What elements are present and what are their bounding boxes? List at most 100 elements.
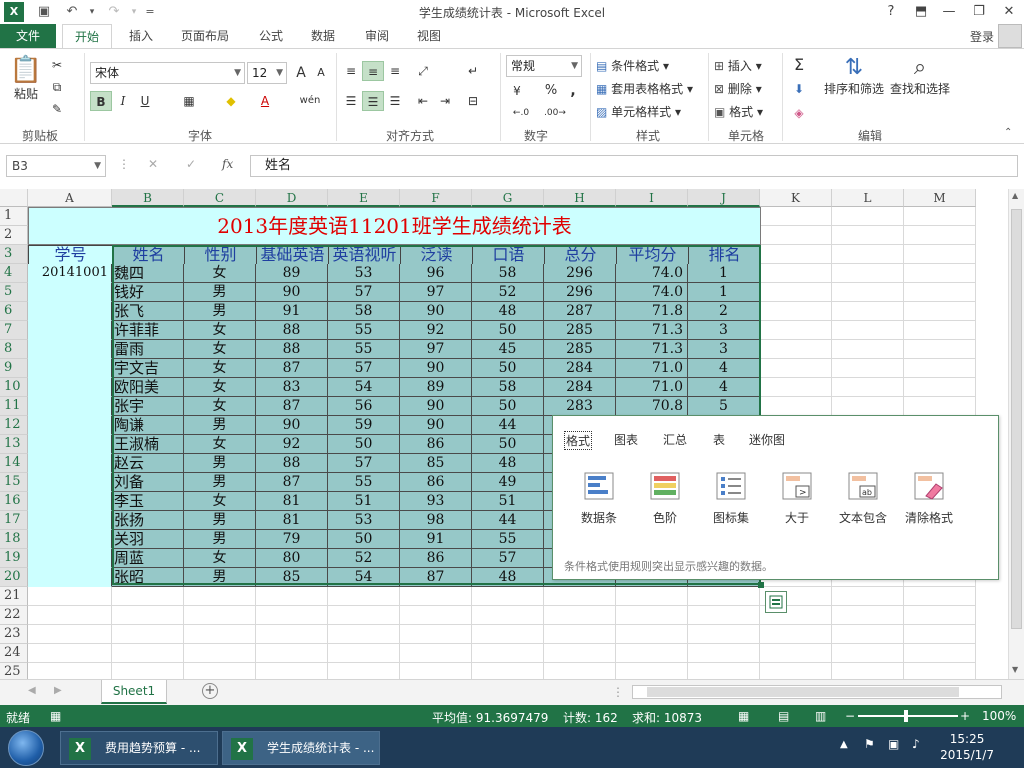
id-cell[interactable] — [28, 435, 112, 454]
score-cell[interactable]: 91 — [256, 302, 328, 321]
cell[interactable] — [544, 644, 616, 663]
row-header-23[interactable]: 23 — [0, 625, 28, 644]
zoom-out-icon[interactable]: − — [845, 709, 855, 723]
top-align-icon[interactable]: ≡ — [340, 61, 362, 81]
id-cell[interactable] — [28, 359, 112, 378]
tab-review[interactable]: 审阅 — [356, 24, 398, 48]
cell[interactable] — [832, 644, 904, 663]
score-cell[interactable]: 79 — [256, 530, 328, 549]
score-cell[interactable]: 男 — [184, 454, 256, 473]
score-cell[interactable]: 89 — [256, 264, 328, 283]
cell[interactable] — [400, 625, 472, 644]
score-cell[interactable]: 58 — [472, 264, 544, 283]
score-cell[interactable]: 57 — [472, 549, 544, 568]
cell[interactable] — [400, 606, 472, 625]
name-cell[interactable]: 宇文吉 — [112, 359, 184, 378]
cell[interactable] — [112, 606, 184, 625]
delete-cells-button[interactable]: ⊠ 删除 ▾ — [714, 80, 762, 97]
cell[interactable] — [760, 264, 832, 283]
header-cell[interactable]: 平均分 — [616, 245, 689, 265]
start-button[interactable] — [8, 730, 44, 766]
score-cell[interactable]: 49 — [472, 473, 544, 492]
row-header-7[interactable]: 7 — [0, 321, 28, 340]
row-header-2[interactable]: 2 — [0, 226, 28, 245]
cell[interactable] — [904, 606, 976, 625]
select-all-corner[interactable] — [0, 189, 28, 207]
score-cell[interactable]: 男 — [184, 473, 256, 492]
decrease-decimal-button[interactable]: .00→ — [540, 103, 570, 123]
row-header-5[interactable]: 5 — [0, 283, 28, 302]
score-cell[interactable]: 55 — [328, 340, 400, 359]
score-cell[interactable]: 284 — [544, 378, 616, 397]
help-button[interactable]: ? — [878, 2, 904, 22]
id-cell[interactable] — [28, 416, 112, 435]
zoom-slider[interactable] — [858, 715, 958, 717]
id-cell[interactable] — [28, 454, 112, 473]
sign-in-link[interactable]: 登录 — [970, 28, 994, 45]
row-header-22[interactable]: 22 — [0, 606, 28, 625]
score-cell[interactable]: 男 — [184, 283, 256, 302]
score-cell[interactable]: 80 — [256, 549, 328, 568]
cell[interactable] — [760, 397, 832, 416]
column-header-l[interactable]: L — [832, 189, 904, 207]
score-cell[interactable]: 92 — [400, 321, 472, 340]
normal-view-icon[interactable]: ▦ — [738, 709, 749, 723]
cell[interactable] — [760, 283, 832, 302]
score-cell[interactable]: 男 — [184, 511, 256, 530]
cell[interactable] — [832, 207, 904, 226]
row-header-8[interactable]: 8 — [0, 340, 28, 359]
cell[interactable] — [688, 606, 760, 625]
cell[interactable] — [256, 606, 328, 625]
cell[interactable] — [832, 302, 904, 321]
score-cell[interactable]: 87 — [256, 359, 328, 378]
score-cell[interactable]: 50 — [472, 321, 544, 340]
score-cell[interactable]: 87 — [400, 568, 472, 587]
score-cell[interactable]: 97 — [400, 340, 472, 359]
name-cell[interactable]: 许菲菲 — [112, 321, 184, 340]
score-cell[interactable]: 53 — [328, 511, 400, 530]
scroll-up-icon[interactable]: ▲ — [1012, 191, 1018, 200]
score-cell[interactable]: 女 — [184, 264, 256, 283]
taskbar-item-budget[interactable]: X 费用趋势预算 - ... — [60, 731, 218, 765]
id-cell[interactable] — [28, 492, 112, 511]
header-cell[interactable]: 姓名 — [112, 245, 185, 265]
score-cell[interactable]: 88 — [256, 340, 328, 359]
row-header-11[interactable]: 11 — [0, 397, 28, 416]
score-cell[interactable]: 59 — [328, 416, 400, 435]
row-header-18[interactable]: 18 — [0, 530, 28, 549]
cell[interactable] — [472, 625, 544, 644]
score-cell[interactable]: 287 — [544, 302, 616, 321]
score-cell[interactable]: 4 — [688, 378, 760, 397]
row-header-6[interactable]: 6 — [0, 302, 28, 321]
cell[interactable] — [832, 245, 904, 264]
cell[interactable] — [184, 644, 256, 663]
cell[interactable] — [904, 359, 976, 378]
score-cell[interactable]: 55 — [328, 473, 400, 492]
score-cell[interactable]: 70.8 — [616, 397, 688, 416]
cell[interactable] — [184, 625, 256, 644]
row-header-15[interactable]: 15 — [0, 473, 28, 492]
number-format-select[interactable]: 常规 ▼ — [506, 55, 582, 77]
id-cell[interactable] — [28, 511, 112, 530]
cell[interactable] — [28, 606, 112, 625]
cell[interactable] — [832, 606, 904, 625]
zoom-slider-thumb[interactable] — [904, 710, 908, 722]
row-header-14[interactable]: 14 — [0, 454, 28, 473]
header-cell[interactable]: 总分 — [544, 245, 617, 265]
clear-icon[interactable]: ◈ — [788, 103, 810, 123]
score-cell[interactable]: 57 — [328, 359, 400, 378]
cell[interactable] — [904, 321, 976, 340]
row-header-4[interactable]: 4 — [0, 264, 28, 283]
score-cell[interactable]: 女 — [184, 549, 256, 568]
score-cell[interactable]: 女 — [184, 359, 256, 378]
score-cell[interactable]: 51 — [472, 492, 544, 511]
score-cell[interactable]: 85 — [256, 568, 328, 587]
cell[interactable] — [832, 226, 904, 245]
border-icon[interactable]: ▦ — [178, 91, 200, 111]
currency-icon[interactable]: ¥ — [506, 81, 528, 101]
cell[interactable] — [760, 378, 832, 397]
column-header-k[interactable]: K — [760, 189, 832, 207]
tab-data[interactable]: 数据 — [302, 24, 344, 48]
fill-icon[interactable]: ⬇ — [788, 79, 810, 99]
percent-button[interactable]: % — [540, 81, 562, 101]
